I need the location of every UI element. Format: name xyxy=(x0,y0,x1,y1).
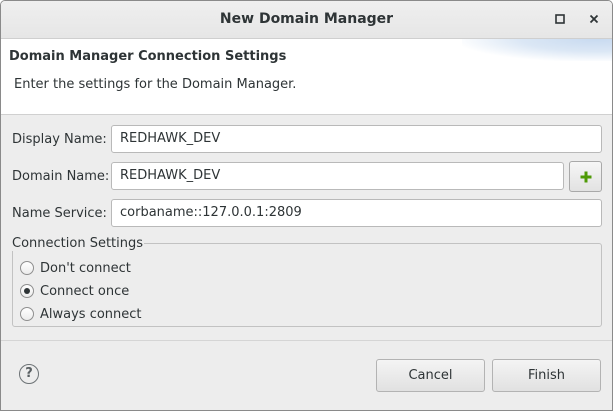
radio-label: Connect once xyxy=(40,283,130,299)
close-button[interactable] xyxy=(585,10,603,28)
radio-always-connect[interactable]: Always connect xyxy=(20,305,142,323)
cancel-button[interactable]: Cancel xyxy=(376,359,485,392)
domain-name-field[interactable]: REDHAWK_DEV xyxy=(111,162,564,190)
name-service-label: Name Service: xyxy=(12,206,107,221)
wizard-banner: Domain Manager Connection Settings Enter… xyxy=(1,39,612,115)
radio-button[interactable] xyxy=(20,307,34,321)
display-name-field[interactable]: REDHAWK_DEV xyxy=(111,125,602,153)
finish-button[interactable]: Finish xyxy=(492,359,601,392)
radio-button-selected[interactable] xyxy=(20,284,34,298)
plus-icon xyxy=(580,171,591,182)
page-description: Enter the settings for the Domain Manage… xyxy=(14,77,297,92)
new-domain-manager-dialog: New Domain Manager Domain Manager Connec… xyxy=(0,0,613,411)
maximize-icon xyxy=(555,14,565,24)
banner-decoration xyxy=(462,39,612,61)
title-bar[interactable]: New Domain Manager xyxy=(1,1,612,39)
add-domain-button[interactable] xyxy=(569,161,602,192)
radio-label: Don't connect xyxy=(40,260,131,276)
radio-label: Always connect xyxy=(40,306,142,322)
connection-settings-label: Connection Settings xyxy=(12,236,145,251)
radio-connect-once[interactable]: Connect once xyxy=(20,282,129,300)
close-icon xyxy=(589,14,599,24)
display-name-label: Display Name: xyxy=(12,132,107,147)
radio-button[interactable] xyxy=(20,261,34,275)
domain-name-label: Domain Name: xyxy=(12,169,110,184)
maximize-button[interactable] xyxy=(551,10,569,28)
page-title: Domain Manager Connection Settings xyxy=(9,49,287,64)
name-service-field[interactable]: corbaname::127.0.0.1:2809 xyxy=(111,199,602,227)
help-icon[interactable]: ? xyxy=(19,364,39,384)
window-title: New Domain Manager xyxy=(219,11,394,27)
radio-dont-connect[interactable]: Don't connect xyxy=(20,259,131,277)
footer-divider xyxy=(1,340,612,341)
